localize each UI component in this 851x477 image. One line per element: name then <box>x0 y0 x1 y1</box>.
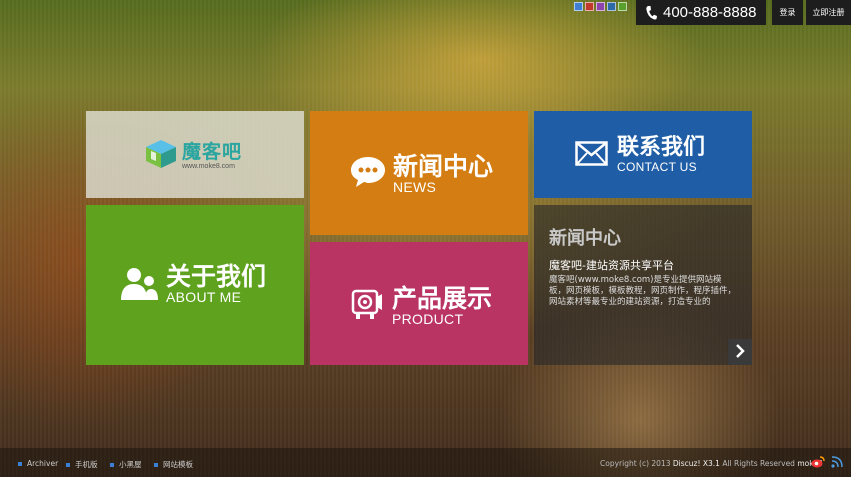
contact-subtitle: CONTACT US <box>617 160 697 174</box>
contact-title: 联系我们 <box>617 135 706 160</box>
bullet-icon <box>18 461 22 466</box>
phone-icon <box>646 5 657 20</box>
skin-blue[interactable] <box>574 2 583 11</box>
envelope-icon <box>575 141 608 170</box>
logo-url: www.moke8.com <box>182 163 235 170</box>
skin-green[interactable] <box>618 2 627 11</box>
weibo-icon[interactable] <box>811 456 825 470</box>
bullet-icon <box>110 462 114 467</box>
bullet-icon <box>66 462 70 467</box>
copyright-product[interactable]: Discuz! X3.1 <box>673 459 720 468</box>
panel-title: 新闻中心 <box>549 228 621 249</box>
skin-darkblue[interactable] <box>607 2 616 11</box>
footer-link-archiver[interactable]: Archiver <box>18 459 58 468</box>
footer-link-label: Archiver <box>27 459 59 468</box>
product-subtitle: PRODUCT <box>392 311 464 327</box>
register-button[interactable]: 立即注册 <box>806 0 851 25</box>
about-subtitle: ABOUT ME <box>166 289 242 305</box>
users-icon <box>121 267 159 305</box>
about-tile[interactable]: 关于我们 ABOUT ME <box>86 205 304 365</box>
camera-icon <box>350 288 384 326</box>
bullet-icon <box>154 462 158 467</box>
copyright: Copyright (c) 2013 Discuz! X3.1 All Righ… <box>600 459 823 468</box>
contact-tile[interactable]: 联系我们 CONTACT US <box>534 111 752 198</box>
skin-red[interactable] <box>585 2 594 11</box>
news-title: 新闻中心 <box>393 152 494 181</box>
copyright-prefix: Copyright (c) 2013 <box>600 459 671 468</box>
footer-link-mobile[interactable]: 手机版 <box>66 459 98 470</box>
chevron-right-icon <box>735 343 745 362</box>
news-subtitle: NEWS <box>393 179 437 195</box>
copyright-rights: All Rights Reserved <box>722 459 795 468</box>
footer-link-label: 小黑屋 <box>119 460 142 469</box>
logo-name: 魔客吧 <box>182 141 243 163</box>
footer-link-label: 手机版 <box>75 460 98 469</box>
footer-link-label: 网站模板 <box>163 460 193 469</box>
phone-box: 400-888-8888 <box>636 0 766 25</box>
footer-link-blacklist[interactable]: 小黑屋 <box>110 459 142 470</box>
logo-tile[interactable]: 魔客吧 www.moke8.com <box>86 111 304 198</box>
footer: Archiver 手机版 小黑屋 网站模板 Copyright (c) 2013… <box>0 448 851 477</box>
footer-link-templates[interactable]: 网站模板 <box>154 459 193 470</box>
panel-description: 魔客吧(www.moke8.com)是专业提供网站模板，网页模板，模板教程，网页… <box>549 275 737 307</box>
panel-subtitle[interactable]: 魔客吧-建站资源共享平台 <box>549 257 674 273</box>
news-tile[interactable]: 新闻中心 NEWS <box>310 111 528 235</box>
about-title: 关于我们 <box>166 262 267 291</box>
news-panel: 新闻中心 魔客吧-建站资源共享平台 魔客吧(www.moke8.com)是专业提… <box>534 205 752 365</box>
logo-cube-icon <box>144 139 178 173</box>
login-button[interactable]: 登录 <box>772 0 803 25</box>
product-title: 产品展示 <box>392 284 493 313</box>
chat-bubble-icon <box>350 156 386 192</box>
next-arrow-button[interactable] <box>728 339 752 365</box>
product-tile[interactable]: 产品展示 PRODUCT <box>310 242 528 365</box>
skin-purple[interactable] <box>596 2 605 11</box>
phone-number: 400-888-8888 <box>663 4 757 21</box>
skin-switcher <box>574 2 627 11</box>
rss-icon[interactable] <box>831 456 843 470</box>
